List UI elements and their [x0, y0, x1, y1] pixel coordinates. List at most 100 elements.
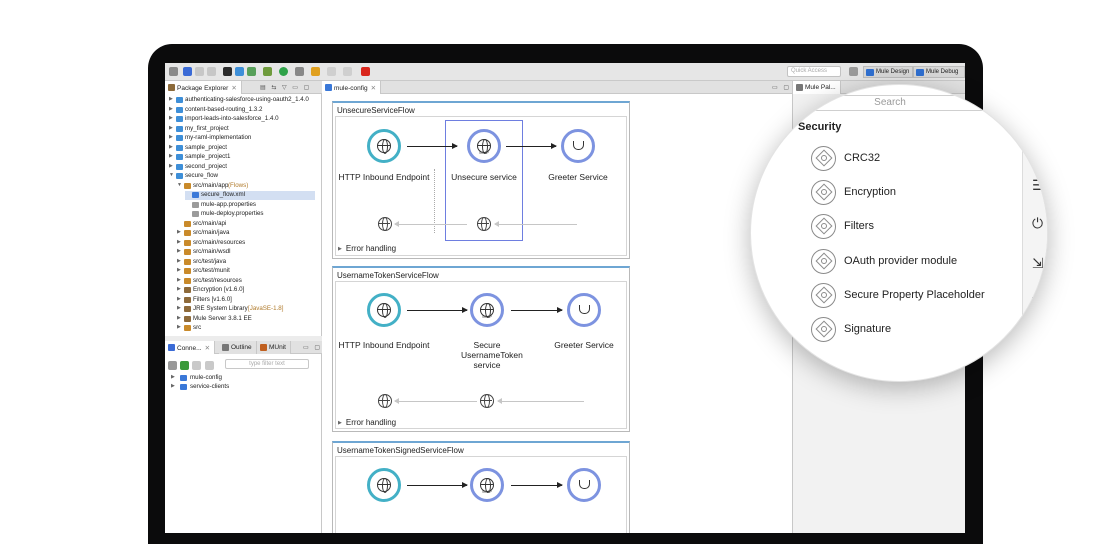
database-icon[interactable]: ☰ [1032, 177, 1045, 194]
tree-item[interactable]: src/main/api [177, 220, 315, 229]
http-endpoint-node[interactable] [367, 468, 401, 502]
tree-item[interactable]: ▶ sample_project1 [169, 153, 315, 162]
expand-arrow-icon[interactable]: ▶ [169, 96, 173, 102]
power-icon[interactable]: ⏻ [1032, 215, 1043, 232]
close-icon[interactable]: ✕ [205, 345, 210, 352]
http-endpoint-node[interactable] [367, 129, 401, 163]
tree-item[interactable]: ▼ secure_flow [169, 172, 315, 181]
external-tools-icon[interactable] [295, 67, 304, 76]
tree-item[interactable]: ▶ src [177, 324, 315, 333]
refresh-icon[interactable] [205, 361, 214, 370]
tab-outline[interactable]: Outline [219, 341, 257, 354]
tree-item[interactable]: ▶ Filters [v1.6.0] [177, 296, 315, 305]
expand-arrow-icon[interactable]: ▶ [177, 239, 181, 245]
tree-item[interactable]: ▶ second_project [169, 163, 315, 172]
quick-access-input[interactable]: Quick Access [787, 66, 841, 77]
greeter-service-node[interactable] [567, 293, 601, 327]
filter-icon[interactable]: ▽ [1032, 293, 1043, 310]
perspective-mule-design[interactable]: Mule Design [863, 66, 913, 78]
tree-item[interactable]: ▶ my_first_project [169, 125, 315, 134]
transform-icon[interactable]: ⤳ [1032, 137, 1043, 154]
flow-control-icon[interactable]: ⇲ [1032, 255, 1044, 272]
deploy-icon[interactable] [223, 67, 232, 76]
palette-search-input[interactable]: Search [791, 95, 989, 111]
expand-arrow-icon[interactable]: ▶ [177, 286, 181, 292]
expand-arrow-icon[interactable]: ▶ [177, 305, 181, 311]
expand-arrow-icon[interactable]: ▶ [177, 315, 181, 321]
tree-item[interactable]: ▶ Encryption [v1.6.0] [177, 286, 315, 295]
tree-item[interactable]: mule-app.properties [185, 201, 315, 210]
tree-item[interactable]: secure_flow.xml [185, 191, 315, 200]
expand-arrow-icon[interactable]: ▶ [169, 106, 173, 112]
tree-item[interactable]: ▶ src/main/resources [177, 239, 315, 248]
new-icon[interactable] [169, 67, 178, 76]
tab-mule-config[interactable]: mule-config ✕ [322, 81, 382, 94]
palette-item[interactable]: Filters [811, 214, 1011, 240]
tree-item[interactable]: ▼ src/main/app (Flows) [177, 182, 315, 191]
unsecure-service-node[interactable]: SOAP [467, 129, 501, 163]
list-item[interactable]: ▶ mule-config [171, 374, 311, 383]
expand-arrow-icon[interactable]: ▶ [171, 383, 175, 389]
save-icon[interactable] [195, 67, 204, 76]
back-icon[interactable] [311, 67, 320, 76]
tree-item[interactable]: ▶ src/main/wsdl [177, 248, 315, 257]
list-item[interactable]: ▶ service-clients [171, 383, 311, 392]
flow-canvas[interactable]: UnsecureServiceFlow SOAP HTTP Inbound En… [322, 95, 792, 533]
expand-arrow-icon[interactable]: ▼ [169, 172, 174, 178]
close-icon[interactable]: ✕ [231, 85, 236, 92]
tab-munit[interactable]: MUnit [257, 341, 291, 354]
expand-arrow-icon[interactable]: ▶ [177, 267, 181, 273]
flow-username-token-signed-service[interactable]: UsernameTokenSignedServiceFlow SOAP [332, 441, 630, 533]
expand-arrow-icon[interactable]: ▶ [169, 163, 173, 169]
expand-arrow-icon[interactable]: ▶ [169, 153, 173, 159]
tree-item[interactable]: ▶ my-raml-implementation [169, 134, 315, 143]
secure-service-node[interactable]: SOAP [470, 468, 504, 502]
tab-mule-palette[interactable]: Mule Pal... [793, 81, 841, 94]
expand-arrow-icon[interactable]: ▶ [177, 258, 181, 264]
export-icon[interactable] [235, 67, 244, 76]
expand-arrow-icon[interactable]: ▶ [171, 374, 175, 380]
expand-arrow-icon[interactable]: ▶ [169, 125, 173, 131]
flow-unsecure-service[interactable]: UnsecureServiceFlow SOAP HTTP Inbound En… [332, 101, 630, 259]
mule-icon[interactable] [183, 67, 192, 76]
tree-item[interactable]: ▶ authenticating-salesforce-using-oauth2_… [169, 96, 315, 105]
tree-item[interactable]: ▶ src/test/java [177, 258, 315, 267]
tree-item[interactable]: mule-deploy.properties [185, 210, 315, 219]
palette-item[interactable]: Encryption [811, 180, 1011, 206]
remove-icon[interactable] [192, 361, 201, 370]
perspective-mule-debug[interactable]: Mule Debug [913, 66, 965, 78]
tree-item[interactable]: ▶ import-leads-into-salesforce_1.4.0 [169, 115, 315, 124]
expand-arrow-icon[interactable]: ▶ [177, 248, 181, 254]
tree-item[interactable]: ▶ sample_project [169, 144, 315, 153]
error-handling-toggle[interactable]: Error handling [338, 244, 396, 253]
expand-arrow-icon[interactable]: ▶ [169, 115, 173, 121]
http-endpoint-node[interactable] [367, 293, 401, 327]
filter-input[interactable]: type filter text [225, 359, 309, 369]
expand-arrow-icon[interactable]: ▶ [177, 277, 181, 283]
close-icon[interactable]: ✕ [371, 85, 376, 92]
forward-icon[interactable] [327, 67, 336, 76]
flow-username-token-service[interactable]: UsernameTokenServiceFlow SOAP HTTP Inbou… [332, 266, 630, 432]
error-handling-toggle[interactable]: Error handling [338, 418, 396, 427]
debug-icon[interactable] [263, 67, 272, 76]
palette-item[interactable]: Secure Property Placeholder [811, 282, 1011, 309]
palette-item[interactable]: OAuth provider module [811, 248, 1011, 275]
palette-item[interactable]: CRC32 [811, 146, 1011, 172]
greeter-service-node[interactable] [567, 468, 601, 502]
view-controls[interactable]: ▭ ▢ [303, 344, 322, 351]
settings-icon[interactable] [168, 361, 177, 370]
tree-item[interactable]: ▶ JRE System Library [JavaSE-1.8] [177, 305, 315, 314]
expand-arrow-icon[interactable]: ▶ [169, 144, 173, 150]
terminate-icon[interactable] [361, 67, 370, 76]
save-all-icon[interactable] [207, 67, 216, 76]
tree-item[interactable]: ▶ src/test/munit [177, 267, 315, 276]
run-icon[interactable] [279, 67, 288, 76]
tree-item[interactable]: ▶ content-based-routing_1.3.2 [169, 106, 315, 115]
tree-item[interactable]: ▶ src/test/resources [177, 277, 315, 286]
expand-arrow-icon[interactable]: ▶ [177, 229, 181, 235]
tab-connections[interactable]: Conne... ✕ [165, 341, 216, 354]
tab-package-explorer[interactable]: Package Explorer ✕ [165, 81, 242, 94]
expand-arrow-icon[interactable]: ▶ [177, 296, 181, 302]
secure-username-token-node[interactable]: SOAP [470, 293, 504, 327]
expand-arrow-icon[interactable]: ▼ [177, 182, 182, 188]
